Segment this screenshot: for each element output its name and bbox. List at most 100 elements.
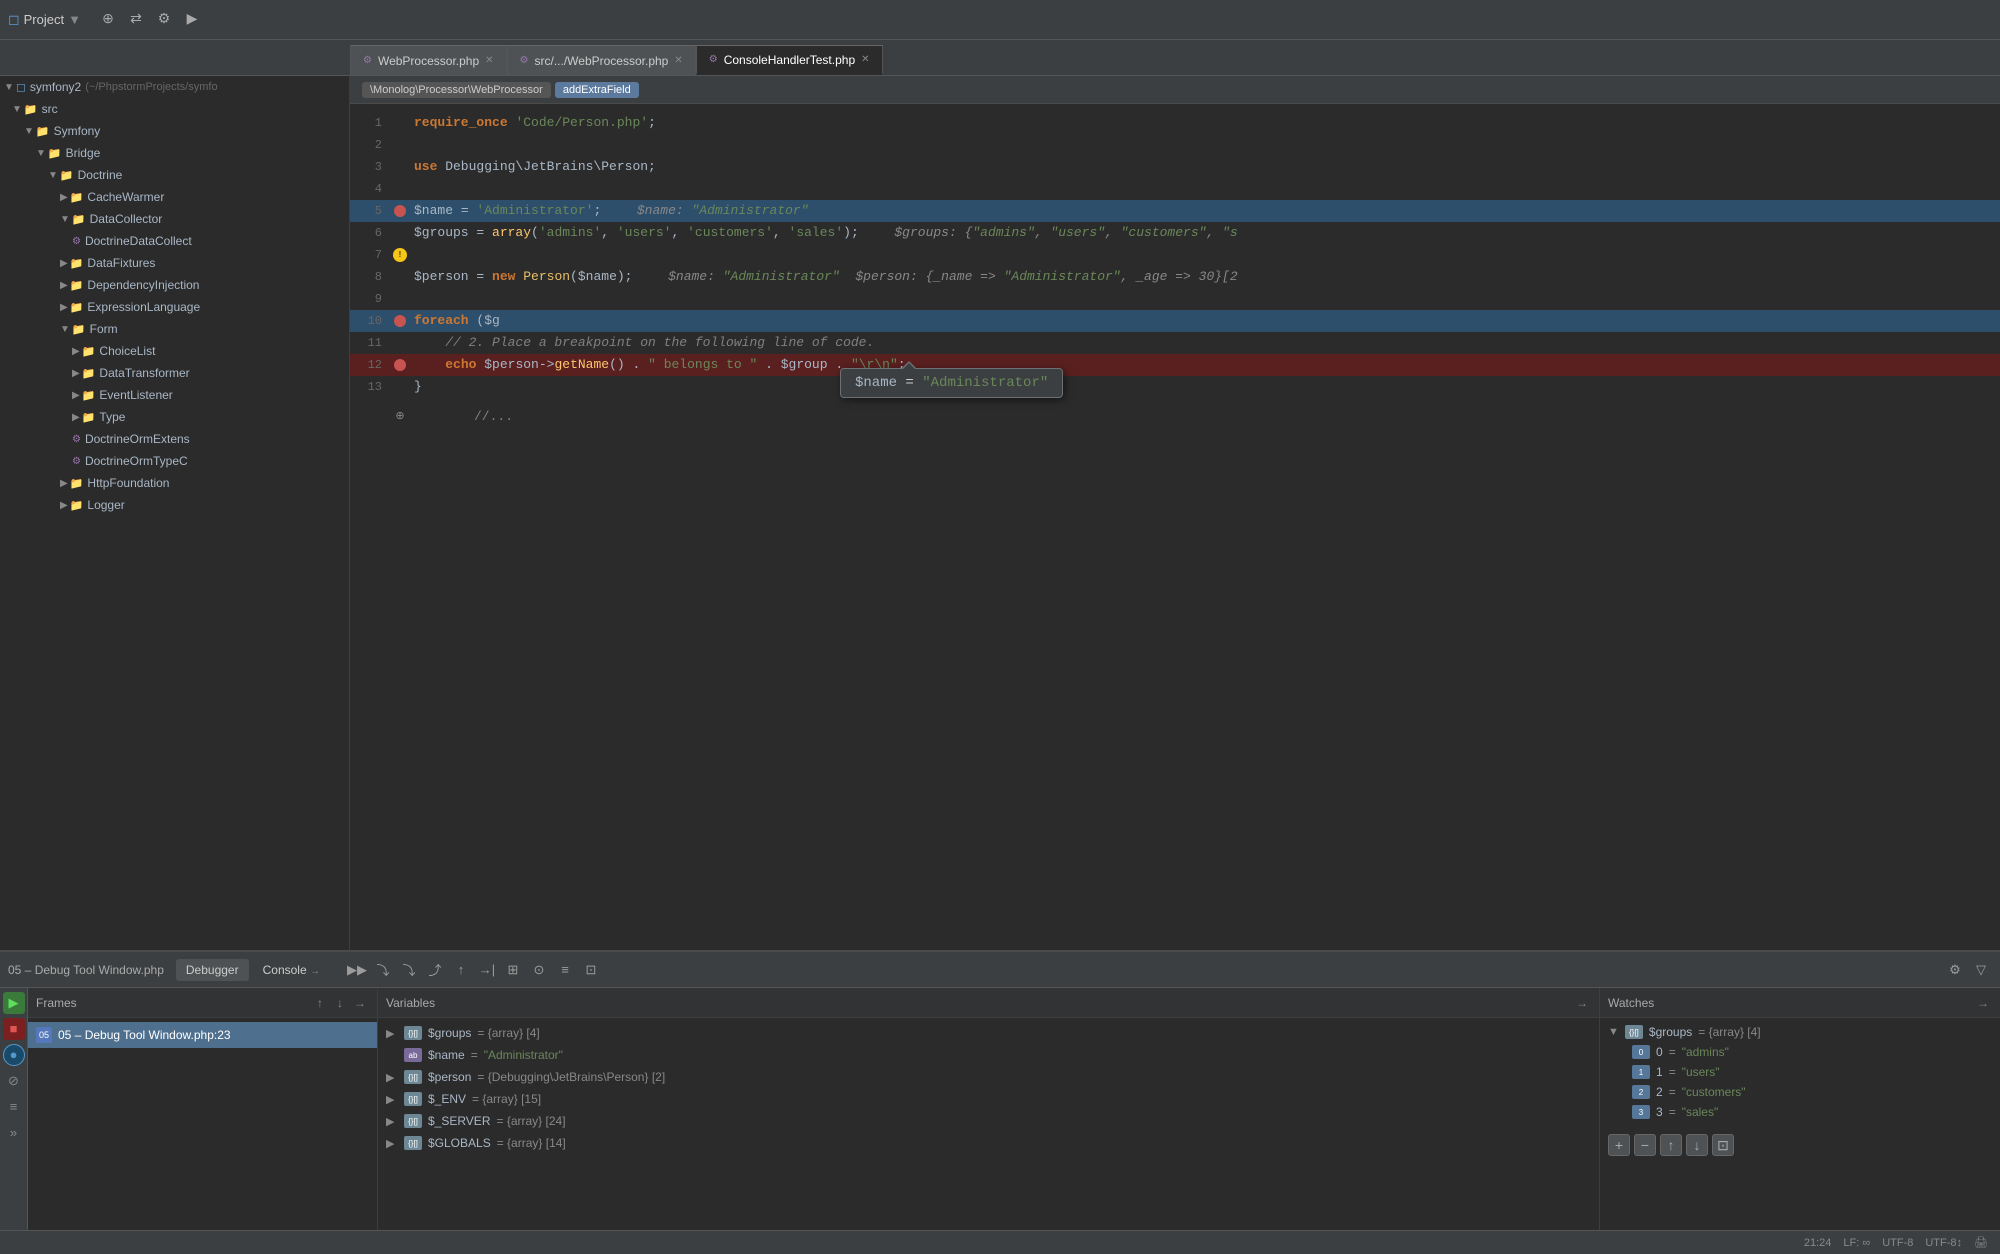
step-over-icon[interactable]: ⤵ xyxy=(372,959,394,981)
list-button[interactable]: ≡ xyxy=(3,1096,25,1118)
watch-groups-children: 0 0 = "admins" 1 1 = "users" 2 2 xyxy=(1600,1042,2000,1122)
frame-item-1[interactable]: 05 05 – Debug Tool Window.php:23 xyxy=(28,1022,377,1048)
watch-remove-btn[interactable]: − xyxy=(1634,1134,1656,1156)
frames-pane: Frames ↑ ↓ → 05 05 – Debug Tool Window.p… xyxy=(28,988,378,1230)
sidebar-item-type[interactable]: ▶ 📁 Type xyxy=(0,406,349,428)
frames-expand-btn[interactable]: → xyxy=(351,994,369,1012)
var-groups-name: $groups xyxy=(428,1026,471,1040)
watches-expand-btn[interactable]: → xyxy=(1974,994,1992,1012)
settings-icon[interactable]: ⚙ xyxy=(153,9,175,31)
watch-groups-expand[interactable]: ▼ xyxy=(1608,1026,1619,1038)
var-globals-expand[interactable]: ▶ xyxy=(386,1137,398,1150)
step-out-icon[interactable]: ⤴ xyxy=(424,959,446,981)
run-icon[interactable]: ▶ xyxy=(181,9,203,31)
watch-groups-value: = {array} [4] xyxy=(1698,1025,1760,1039)
sidebar-item-bridge[interactable]: ▼ 📁 Bridge xyxy=(0,142,349,164)
var-groups[interactable]: ▶ {}[] $groups = {array} [4] xyxy=(378,1022,1599,1044)
sidebar-item-form[interactable]: ▼ 📁 Form xyxy=(0,318,349,340)
var-env[interactable]: ▶ {}[] $_ENV = {array} [15] xyxy=(378,1088,1599,1110)
tab-webprocessor-src[interactable]: ⚙ src/.../WebProcessor.php ✕ xyxy=(507,45,696,75)
var-name[interactable]: ab $name = "Administrator" xyxy=(378,1044,1599,1066)
evaluate-icon[interactable]: →| xyxy=(476,959,498,981)
frames-icon[interactable]: ⊞ xyxy=(502,959,524,981)
breakpoints-icon[interactable]: ⊙ xyxy=(528,959,550,981)
breadcrumb-segment2[interactable]: addExtraField xyxy=(555,82,639,98)
sidebar-item-doctrineormextens[interactable]: ⚙ DoctrineOrmExtens xyxy=(0,428,349,450)
sidebar-item-doctrinedatacollect[interactable]: ⚙ DoctrineDataCollect xyxy=(0,230,349,252)
mute-button[interactable]: ⊘ xyxy=(3,1070,25,1092)
sidebar-choicelist-label: ChoiceList xyxy=(99,344,155,358)
code-line-5: 5 $name = 'Administrator'; $name: "Admin… xyxy=(350,200,2000,222)
watch-groups-0[interactable]: 0 0 = "admins" xyxy=(1624,1042,2000,1062)
var-groups-expand[interactable]: ▶ xyxy=(386,1027,398,1040)
resume-icon[interactable]: ▶▶ xyxy=(346,959,368,981)
watch-groups[interactable]: ▼ {}[] $groups = {array} [4] xyxy=(1600,1022,2000,1042)
sidebar-item-doctrineormtypec[interactable]: ⚙ DoctrineOrmTypeC xyxy=(0,450,349,472)
sidebar-item-logger[interactable]: ▶ 📁 Logger xyxy=(0,494,349,516)
sidebar-item-cachewarmer[interactable]: ▶ 📁 CacheWarmer xyxy=(0,186,349,208)
variables-expand-btn[interactable]: → xyxy=(1573,994,1591,1012)
var-server[interactable]: ▶ {}[] $_SERVER = {array} [24] xyxy=(378,1110,1599,1132)
breakpoint-12[interactable] xyxy=(394,359,406,371)
watch-copy-btn[interactable]: ⊡ xyxy=(1712,1134,1734,1156)
breakpoint-5[interactable] xyxy=(394,205,406,217)
sidebar-root[interactable]: ▼ ◻ symfony2 (~/PhpstormProjects/symfo xyxy=(0,76,349,98)
var-person-expand[interactable]: ▶ xyxy=(386,1071,398,1084)
frames-down-btn[interactable]: ↓ xyxy=(331,994,349,1012)
debug-settings-icon[interactable]: ⚙ xyxy=(1944,959,1966,981)
navigate-icon[interactable]: ⊕ xyxy=(97,9,119,31)
sidebar-item-datatransformer[interactable]: ▶ 📁 DataTransformer xyxy=(0,362,349,384)
more-button[interactable]: » xyxy=(3,1122,25,1144)
step-into-icon[interactable]: ⤵ xyxy=(398,959,420,981)
sidebar-item-datacollector[interactable]: ▼ 📁 DataCollector xyxy=(0,208,349,230)
stop-button[interactable]: ■ xyxy=(3,1018,25,1040)
breadcrumb-segment1[interactable]: \Monolog\Processor\WebProcessor xyxy=(362,82,551,98)
watch-groups-2[interactable]: 2 2 = "customers" xyxy=(1624,1082,2000,1102)
var-env-expand[interactable]: ▶ xyxy=(386,1093,398,1106)
breakpoint-10[interactable] xyxy=(394,315,406,327)
frame-label: 05 – Debug Tool Window.php:23 xyxy=(58,1028,231,1042)
var-person[interactable]: ▶ {}[] $person = {Debugging\JetBrains\Pe… xyxy=(378,1066,1599,1088)
sidebar-item-expressionlanguage[interactable]: ▶ 📁 ExpressionLanguage xyxy=(0,296,349,318)
watch-groups-1[interactable]: 1 1 = "users" xyxy=(1624,1062,2000,1082)
watch-add-btn[interactable]: + xyxy=(1608,1134,1630,1156)
sidebar-item-dependencyinjection[interactable]: ▶ 📁 DependencyInjection xyxy=(0,274,349,296)
var-server-expand[interactable]: ▶ xyxy=(386,1115,398,1128)
tab-webprocessor[interactable]: ⚙ WebProcessor.php ✕ xyxy=(350,45,507,75)
settings-debug-icon[interactable]: ⊡ xyxy=(580,959,602,981)
watch-groups-0-value: "admins" xyxy=(1682,1045,1729,1059)
sidebar-item-doctrine[interactable]: ▼ 📁 Doctrine xyxy=(0,164,349,186)
var-globals[interactable]: ▶ {}[] $GLOBALS = {array} [14] xyxy=(378,1132,1599,1154)
status-bar: 21:24 LF: ∞ UTF-8 UTF-8↕ 🖨 xyxy=(0,1230,2000,1254)
project-dropdown[interactable]: ◻ Project ▼ xyxy=(8,11,81,28)
sidebar-item-choicelist[interactable]: ▶ 📁 ChoiceList xyxy=(0,340,349,362)
tab-webprocessor-src-close[interactable]: ✕ xyxy=(674,55,682,66)
watch-groups-2-name: 2 xyxy=(1656,1085,1663,1099)
var-globals-value: = {array} [14] xyxy=(497,1136,566,1150)
watch-down-btn[interactable]: ↓ xyxy=(1686,1134,1708,1156)
sidebar-item-httpfoundation[interactable]: ▶ 📁 HttpFoundation xyxy=(0,472,349,494)
watch-groups-3[interactable]: 3 3 = "sales" xyxy=(1624,1102,2000,1122)
tooltip-varname: $name xyxy=(855,375,897,391)
sidebar-doctrine-label: Doctrine xyxy=(78,168,123,182)
run-button[interactable]: ▶ xyxy=(3,992,25,1014)
sidebar-item-eventlistener[interactable]: ▶ 📁 EventListener xyxy=(0,384,349,406)
sidebar-doctrineormextens-label: DoctrineOrmExtens xyxy=(85,432,190,446)
run-cursor-icon[interactable]: ↑ xyxy=(450,959,472,981)
tab-consolehandler[interactable]: ⚙ ConsoleHandlerTest.php ✕ xyxy=(696,45,883,75)
debug-tab-debugger[interactable]: Debugger xyxy=(176,959,249,981)
sidebar-item-symfony[interactable]: ▼ 📁 Symfony xyxy=(0,120,349,142)
code-line-3: 3 use Debugging\JetBrains\Person; xyxy=(350,156,2000,178)
sidebar-item-datafixtures[interactable]: ▶ 📁 DataFixtures xyxy=(0,252,349,274)
sidebar-item-src[interactable]: ▼ 📁 src xyxy=(0,98,349,120)
frames-up-btn[interactable]: ↑ xyxy=(311,994,329,1012)
debug-minimize-icon[interactable]: ▽ xyxy=(1970,959,1992,981)
debug-tab-console[interactable]: Console → xyxy=(253,959,330,981)
tab-webprocessor-close[interactable]: ✕ xyxy=(485,55,493,66)
sidebar-form-label: Form xyxy=(90,322,118,336)
mute-icon[interactable]: ≡ xyxy=(554,959,576,981)
watch-up-btn[interactable]: ↑ xyxy=(1660,1134,1682,1156)
tab-consolehandler-close[interactable]: ✕ xyxy=(861,54,869,65)
active-frame-button[interactable]: ● xyxy=(3,1044,25,1066)
sync-icon[interactable]: ⇄ xyxy=(125,9,147,31)
